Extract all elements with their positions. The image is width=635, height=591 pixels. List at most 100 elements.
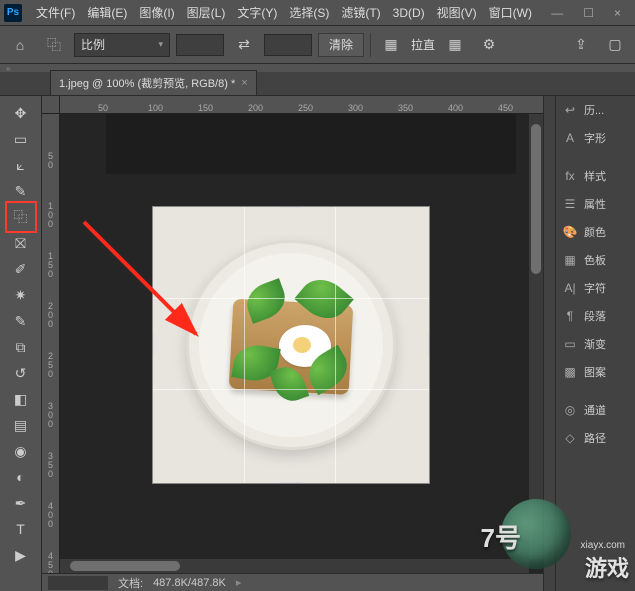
collapsed-panel-strip[interactable] [543,96,555,591]
close-tab-icon[interactable]: × [241,77,247,89]
crop-handle-mid-bottom[interactable] [280,481,302,484]
options-bar: ⌂ ⿻ 比例 ▾ ⇄ 清除 ▦ 拉直 ▦ ⚙ ⇪ ▢ [0,26,635,64]
crop-handle-bottom-right[interactable] [415,469,430,484]
window-minimize[interactable]: — [541,2,573,24]
eraser-tool[interactable]: ◧ [8,386,34,412]
blur-tool[interactable]: ◉ [8,438,34,464]
panel-history[interactable]: ↩历... [556,96,635,124]
panel-gradients[interactable]: ▭渐变 [556,330,635,358]
frame-tool[interactable]: ⛝ [8,230,34,256]
crop-tool-icon[interactable]: ⿻ [40,31,68,59]
document-tabs: 1.jpeg @ 100% (裁剪预览, RGB/8) * × [0,72,635,96]
vertical-scrollbar[interactable] [529,114,543,559]
swap-icon[interactable]: ⇄ [230,31,258,59]
panel-styles[interactable]: fx样式 [556,162,635,190]
paths-icon: ◇ [562,431,578,445]
channels-icon: ◎ [562,403,578,417]
straighten-icon[interactable]: ▦ [377,31,405,59]
ruler-corner [42,96,60,114]
crop-tool[interactable]: ⿻ [8,204,34,230]
lasso-tool[interactable]: ⟀ [8,152,34,178]
ruler-tick: 1 5 0 [42,250,59,300]
menu-window[interactable]: 窗口(W) [483,1,538,24]
ratio-label: 比例 [81,36,105,53]
menu-view[interactable]: 视图(V) [431,1,483,24]
quick-select-tool[interactable]: ✎ [8,178,34,204]
window-close[interactable]: × [604,2,631,24]
zoom-input[interactable] [48,576,108,590]
status-chevron-icon[interactable]: ▸ [236,576,242,589]
menu-layer[interactable]: 图层(L) [181,1,232,24]
ruler-tick: 4 0 0 [42,500,59,550]
ruler-tick: 150 [196,103,246,113]
menu-edit[interactable]: 编辑(E) [81,1,133,24]
panel-character[interactable]: A|字符 [556,274,635,302]
color-icon: 🎨 [562,225,578,239]
ratio-width-input[interactable] [176,34,224,56]
crop-handle-mid-left[interactable] [152,334,155,356]
crop-handle-top-right[interactable] [415,206,430,221]
eyedropper-tool[interactable]: ✐ [8,256,34,282]
panel-patterns[interactable]: ▩图案 [556,358,635,386]
menu-select[interactable]: 选择(S) [283,1,335,24]
status-doc-value: 487.8K/487.8K [153,577,226,589]
dodge-tool[interactable]: ◐ [8,464,34,490]
type-tool[interactable]: T [8,516,34,542]
panel-color[interactable]: 🎨颜色 [556,218,635,246]
ratio-dropdown[interactable]: 比例 ▾ [74,33,170,57]
ruler-tick: 5 0 [42,150,59,200]
ruler-tick: 2 0 0 [42,300,59,350]
clone-tool[interactable]: ⧉ [8,334,34,360]
canvas-area: 50 100 150 200 250 300 350 400 450 5 0 1… [42,96,543,591]
patterns-icon: ▩ [562,365,578,379]
arrange-icon[interactable]: ▢ [601,31,629,59]
brush-tool[interactable]: ✎ [8,308,34,334]
horizontal-scrollbar[interactable] [60,559,529,573]
menu-image[interactable]: 图像(I) [133,1,180,24]
horizontal-ruler[interactable]: 50 100 150 200 250 300 350 400 450 [60,96,543,114]
ratio-height-input[interactable] [264,34,312,56]
ruler-tick: 4 5 0 [42,550,59,573]
chevron-down-icon: ▾ [158,39,163,50]
main-area: ✥ ▭ ⟀ ✎ ⿻ ⛝ ✐ ✷ ✎ ⧉ ↺ ◧ ▤ ◉ ◐ ✒ T ▶ 50 1… [0,96,635,591]
panel-paths[interactable]: ◇路径 [556,424,635,452]
overlay-icon[interactable]: ▦ [441,31,469,59]
menu-3d[interactable]: 3D(D) [387,3,431,23]
ruler-tick: 300 [346,103,396,113]
marquee-tool[interactable]: ▭ [8,126,34,152]
canvas-crop-shade [106,114,516,174]
menu-file[interactable]: 文件(F) [30,1,81,24]
share-icon[interactable]: ⇪ [567,31,595,59]
home-icon[interactable]: ⌂ [6,31,34,59]
clear-button[interactable]: 清除 [318,33,364,57]
pen-tool[interactable]: ✒ [8,490,34,516]
image-crop-region[interactable] [152,206,430,484]
styles-icon: fx [562,169,578,183]
canvas[interactable] [60,114,543,573]
panel-channels[interactable]: ◎通道 [556,396,635,424]
menu-type[interactable]: 文字(Y) [231,1,283,24]
right-panels: ↩历... A字形 fx样式 ☰属性 🎨颜色 ▦色板 A|字符 ¶段落 ▭渐变 … [555,96,635,591]
path-select-tool[interactable]: ▶ [8,542,34,568]
gradient-tool[interactable]: ▤ [8,412,34,438]
settings-icon[interactable]: ⚙ [475,31,503,59]
move-tool[interactable]: ✥ [8,100,34,126]
vertical-ruler[interactable]: 5 0 1 0 0 1 5 0 2 0 0 2 5 0 3 0 0 3 5 0 … [42,114,60,573]
swatches-icon: ▦ [562,253,578,267]
healing-tool[interactable]: ✷ [8,282,34,308]
panel-paragraph[interactable]: ¶段落 [556,302,635,330]
panel-swatches[interactable]: ▦色板 [556,246,635,274]
panel-properties[interactable]: ☰属性 [556,190,635,218]
crop-handle-bottom-left[interactable] [152,469,167,484]
crop-handle-top-left[interactable] [152,206,167,221]
document-tab[interactable]: 1.jpeg @ 100% (裁剪预览, RGB/8) * × [50,70,257,95]
menu-filter[interactable]: 滤镜(T) [335,1,386,24]
history-brush-tool[interactable]: ↺ [8,360,34,386]
ruler-tick: 2 5 0 [42,350,59,400]
panel-glyphs[interactable]: A字形 [556,124,635,152]
window-maximize[interactable]: ☐ [573,2,604,24]
crop-handle-mid-right[interactable] [427,334,430,356]
ruler-tick: 3 5 0 [42,450,59,500]
crop-handle-mid-top[interactable] [280,206,302,209]
status-doc-label: 文档: [118,575,143,591]
